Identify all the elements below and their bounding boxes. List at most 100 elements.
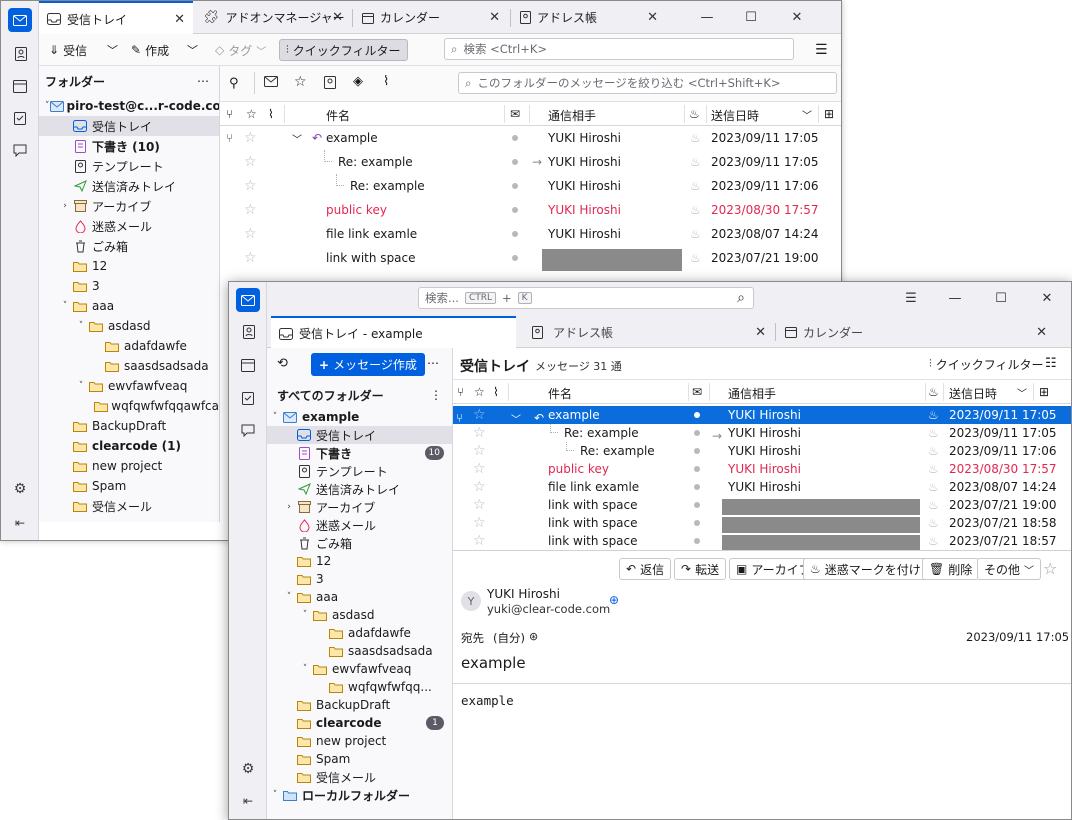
star-icon[interactable]: ☆ bbox=[244, 155, 257, 169]
chevron-down-icon[interactable]: ˅ bbox=[269, 412, 281, 422]
get-messages-button[interactable]: ⇓ 受信 bbox=[43, 39, 93, 61]
calendar-space-button[interactable] bbox=[8, 74, 32, 98]
chevron-down-icon[interactable]: ˅ bbox=[59, 301, 71, 311]
chat-space-button[interactable] bbox=[8, 138, 32, 162]
message-row[interactable]: ☆ public key YUKI Hiroshi ♨ 2023/08/30 1… bbox=[220, 198, 841, 222]
close-window-button[interactable]: ✕ bbox=[1025, 282, 1069, 314]
forward-button[interactable]: ↷ 転送 bbox=[674, 558, 727, 580]
read-status-column-icon[interactable]: ✉ bbox=[510, 107, 520, 121]
folder-row[interactable]: 迷惑メール bbox=[267, 516, 452, 534]
chat-space-button[interactable] bbox=[236, 418, 260, 442]
tag-button[interactable]: ◇ タグ ﹀ bbox=[209, 39, 272, 61]
message-row[interactable]: ⑂ ☆ ﹀ ↶ example YUKI Hiroshi ♨ 2023/09/11… bbox=[453, 406, 1071, 426]
read-status-dot[interactable] bbox=[694, 466, 700, 472]
close-icon[interactable]: ✕ bbox=[332, 10, 343, 25]
subject-column-header[interactable]: 件名 bbox=[548, 385, 572, 402]
attachment-column-icon[interactable]: ⌇ bbox=[493, 385, 499, 399]
junk-status-icon[interactable]: ♨ bbox=[928, 480, 939, 494]
junk-status-icon[interactable]: ♨ bbox=[928, 498, 939, 512]
folder-row[interactable]: 送信済みトレイ bbox=[267, 480, 452, 498]
message-row[interactable]: ☆ file link examle YUKI Hiroshi ♨ 2023/0… bbox=[453, 478, 1071, 496]
read-status-dot[interactable] bbox=[694, 520, 700, 526]
tab-address-book[interactable]: アドレス帳 ✕ bbox=[524, 316, 774, 348]
delete-button[interactable]: 🗑︎ 削除 bbox=[922, 558, 980, 580]
chevron-right-icon[interactable]: › bbox=[283, 502, 295, 512]
collapse-spaces-button[interactable]: ⇤ bbox=[236, 789, 260, 813]
mail-space-button[interactable] bbox=[8, 8, 32, 32]
star-icon[interactable]: ☆ bbox=[473, 462, 486, 476]
minimize-button[interactable]: — bbox=[685, 1, 729, 34]
read-status-dot[interactable] bbox=[512, 231, 518, 237]
close-window-button[interactable]: ✕ bbox=[775, 1, 819, 34]
read-status-dot[interactable] bbox=[694, 538, 700, 544]
compose-dropdown[interactable]: ﹀ bbox=[181, 39, 204, 61]
folder-row[interactable]: clearcode (1) bbox=[39, 436, 219, 456]
more-icon[interactable]: ⋯ bbox=[427, 356, 439, 370]
folder-row[interactable]: テンプレート bbox=[267, 462, 452, 480]
settings-space-button[interactable]: ⚙ bbox=[236, 757, 260, 781]
junk-column-icon[interactable]: ♨ bbox=[928, 385, 939, 399]
global-search-input[interactable]: ⌕ 検索 <Ctrl+K> bbox=[444, 38, 794, 60]
message-row[interactable]: ☆ Re: example → YUKI Hiroshi ♨ 2023/09/11… bbox=[453, 424, 1071, 443]
folder-row[interactable]: BackupDraft bbox=[39, 416, 219, 436]
maximize-button[interactable]: ☐ bbox=[979, 282, 1023, 314]
tab-calendar[interactable]: カレンダー ✕ bbox=[354, 1, 508, 34]
folder-row[interactable]: ˅ aaa bbox=[39, 296, 219, 316]
folder-row[interactable]: ˅ ewvfawfveaq bbox=[267, 660, 452, 678]
chevron-right-icon[interactable]: › bbox=[59, 201, 71, 211]
read-status-dot[interactable] bbox=[512, 255, 518, 261]
folder-row[interactable]: adafdawfe bbox=[39, 336, 219, 356]
junk-column-icon[interactable]: ♨ bbox=[689, 107, 700, 121]
chevron-down-icon[interactable]: ˅ bbox=[299, 664, 311, 674]
folder-row[interactable]: 下書き (10) bbox=[39, 136, 219, 156]
contact-filter-icon[interactable] bbox=[324, 76, 336, 92]
to-value[interactable]: (自分) bbox=[493, 630, 525, 646]
junk-status-icon[interactable]: ♨ bbox=[928, 462, 939, 476]
close-icon[interactable]: ✕ bbox=[489, 10, 500, 25]
message-row[interactable]: ☆ Re: example → YUKI Hiroshi ♨ 2023/09/11… bbox=[220, 150, 841, 174]
junk-status-icon[interactable]: ♨ bbox=[690, 131, 701, 145]
star-icon[interactable]: ☆ bbox=[473, 534, 486, 548]
date-column-header[interactable]: 送信日時 bbox=[711, 107, 759, 124]
folder-row[interactable]: new project bbox=[267, 732, 452, 750]
folder-row[interactable]: ˅ asdasd bbox=[267, 606, 452, 624]
folder-row[interactable]: new project bbox=[39, 456, 219, 476]
folder-row[interactable]: clearcode 1 bbox=[267, 714, 452, 732]
folder-row[interactable]: saasdsadsada bbox=[267, 642, 452, 660]
folder-row[interactable]: 受信トレイ bbox=[267, 426, 452, 444]
star-icon[interactable]: ☆ bbox=[244, 227, 257, 241]
junk-status-icon[interactable]: ♨ bbox=[928, 426, 939, 440]
global-search-input[interactable]: 検索... CTRL + K ⌕ bbox=[418, 287, 754, 309]
folder-row[interactable]: adafdawfe bbox=[267, 624, 452, 642]
unread-filter-icon[interactable] bbox=[264, 76, 278, 90]
folder-row[interactable]: テンプレート bbox=[39, 156, 219, 176]
junk-status-icon[interactable]: ♨ bbox=[928, 444, 939, 458]
junk-status-icon[interactable]: ♨ bbox=[928, 534, 939, 548]
message-row[interactable]: ☆ link with space ♨ 2023/07/21 19:00 bbox=[220, 246, 841, 271]
read-status-dot[interactable] bbox=[512, 159, 518, 165]
folder-row[interactable]: › アーカイブ bbox=[267, 498, 452, 516]
folder-row[interactable]: 12 bbox=[39, 256, 219, 276]
get-messages-icon[interactable]: ⟲ bbox=[277, 356, 288, 371]
chevron-down-icon[interactable]: ˅ bbox=[75, 381, 87, 391]
star-icon[interactable]: ☆ bbox=[244, 251, 257, 265]
chevron-down-icon[interactable]: ˅ bbox=[269, 790, 281, 800]
tasks-space-button[interactable] bbox=[236, 386, 260, 410]
app-menu-button[interactable]: ☰ bbox=[889, 282, 933, 314]
star-icon[interactable]: ☆ bbox=[473, 408, 486, 422]
read-status-dot[interactable] bbox=[512, 183, 518, 189]
star-icon[interactable]: ☆ bbox=[473, 444, 486, 458]
more-icon[interactable]: ⋯ bbox=[197, 74, 209, 88]
read-status-dot[interactable] bbox=[694, 412, 700, 418]
close-icon[interactable]: ✕ bbox=[647, 10, 658, 25]
junk-status-icon[interactable]: ♨ bbox=[690, 227, 701, 241]
attachment-column-icon[interactable]: ⌇ bbox=[268, 107, 274, 121]
folder-row[interactable]: Spam bbox=[39, 476, 219, 496]
column-picker-icon[interactable]: ⊞ bbox=[1039, 385, 1049, 399]
read-status-dot[interactable] bbox=[512, 207, 518, 213]
folder-row[interactable]: 迷惑メール bbox=[39, 216, 219, 236]
folder-row[interactable]: ごみ箱 bbox=[267, 534, 452, 552]
star-icon[interactable]: ☆ bbox=[244, 203, 257, 217]
read-status-dot[interactable] bbox=[512, 135, 518, 141]
read-status-dot[interactable] bbox=[694, 484, 700, 490]
